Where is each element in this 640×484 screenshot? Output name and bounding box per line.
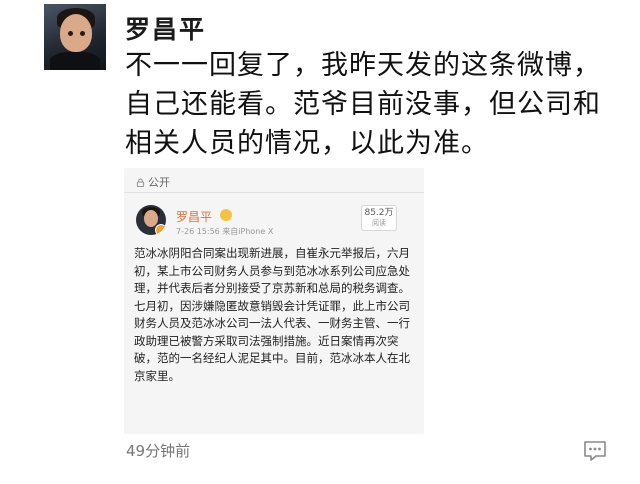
divider [124, 192, 424, 193]
comment-icon[interactable] [583, 440, 607, 462]
visibility-label: 公开 [148, 176, 170, 189]
embedded-avatar[interactable] [136, 205, 166, 235]
avatar[interactable] [44, 4, 106, 70]
views-label: 阅读 [372, 219, 386, 227]
embedded-author-name[interactable]: 罗昌平 [176, 208, 212, 225]
visibility-row: 公开 [136, 174, 170, 190]
lock-icon [136, 177, 145, 187]
embedded-post-text: 范冰冰阴阳合同案出现新进展，自崔永元举报后，六月初，某上市公司财务人员参与到范冰… [134, 246, 410, 383]
embedded-meta: 7-26 15:56 来自iPhone X [176, 227, 274, 236]
views-count: 85.2万 [364, 208, 394, 218]
post-timestamp: 49分钟前 [126, 442, 191, 460]
post-author-name[interactable]: 罗昌平 [125, 10, 206, 46]
post-text: 不一一回复了，我昨天发的这条微博，自己还能看。范爷目前没事，但公司和相关人员的情… [125, 50, 601, 159]
vip-badge-icon [220, 209, 232, 221]
verified-badge-icon [155, 224, 166, 235]
views-badge: 85.2万 阅读 [361, 205, 397, 231]
